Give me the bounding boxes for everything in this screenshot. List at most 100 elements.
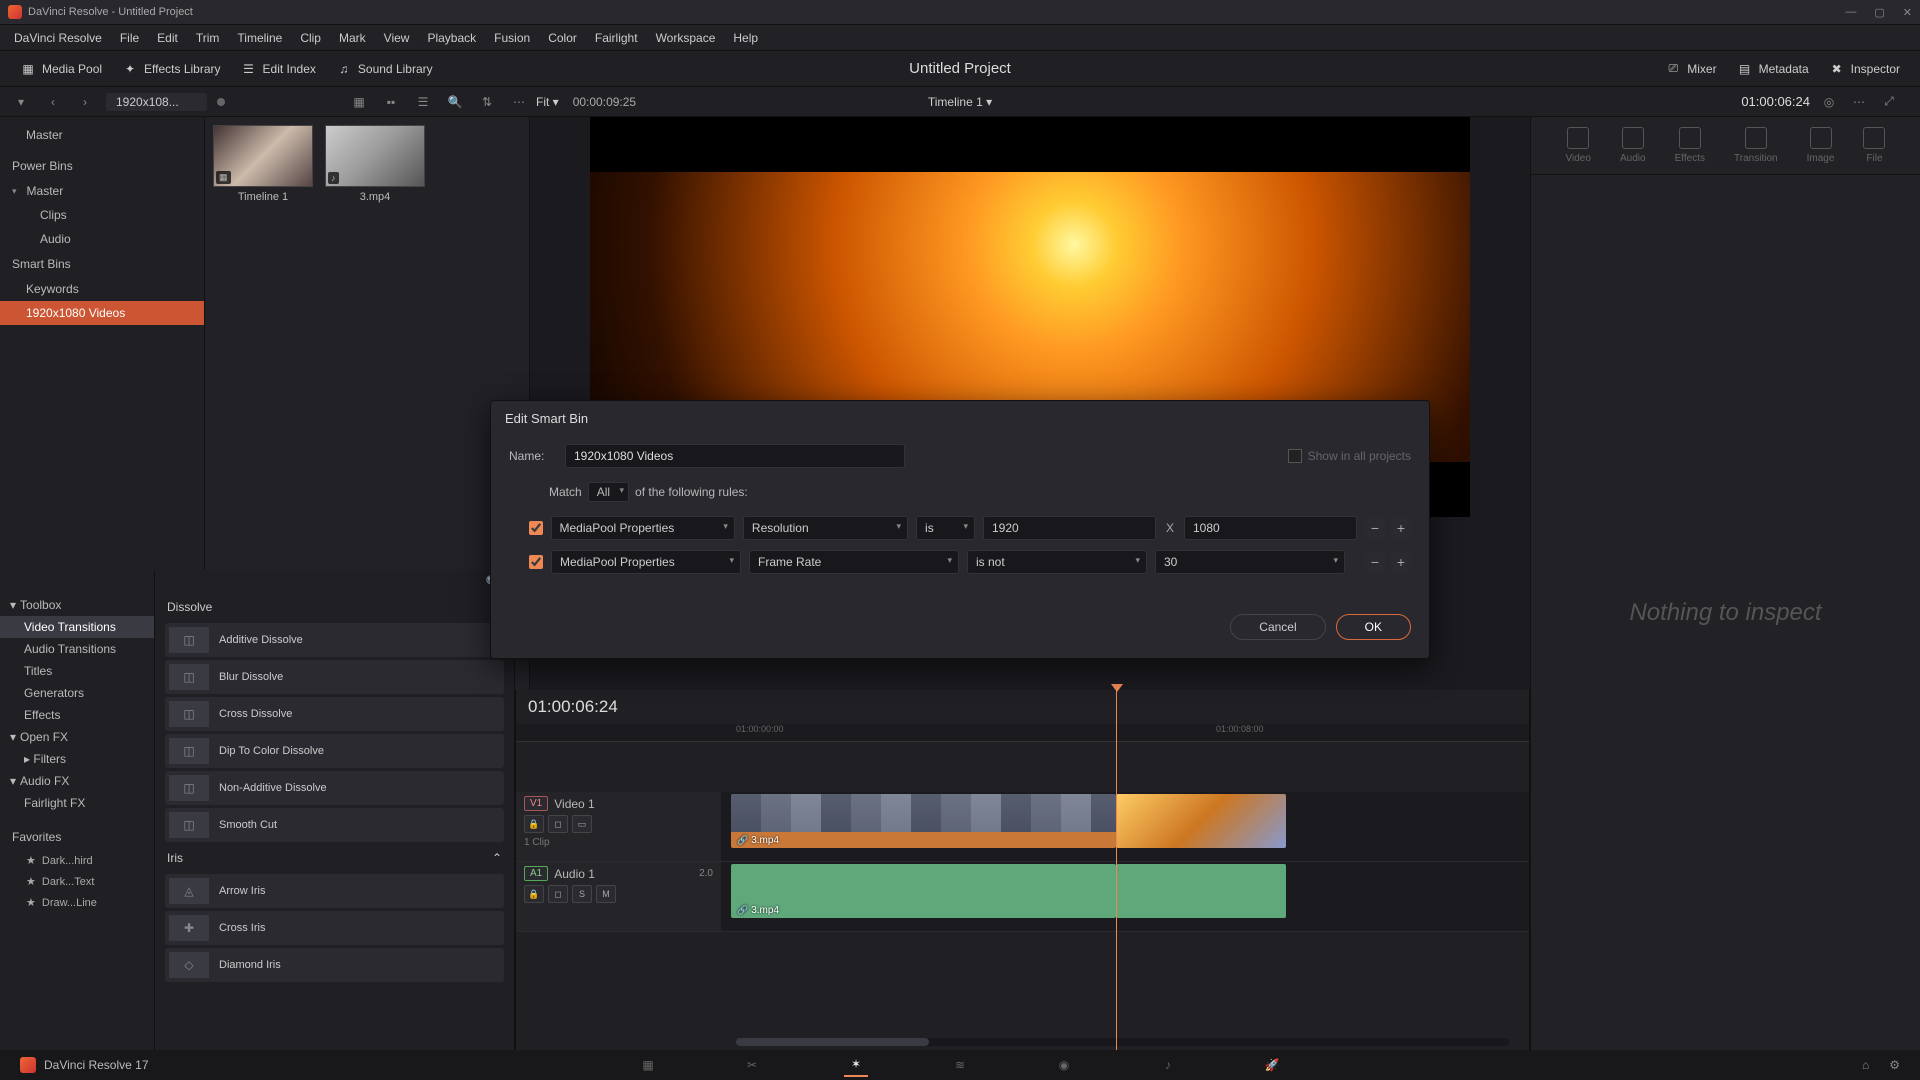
rule-enabled-checkbox[interactable] [529,521,543,535]
menu-item[interactable]: Fusion [486,28,538,48]
minimize-icon[interactable]: — [1845,6,1856,19]
clip-thumb-timeline[interactable]: ▦ Timeline 1 [213,125,313,203]
expand-icon[interactable]: ⤢ [1878,91,1900,113]
menu-item[interactable]: Workspace [648,28,724,48]
menu-item[interactable]: Mark [331,28,374,48]
rule-operator-select[interactable]: is [916,516,975,540]
auto-select-icon[interactable]: ◻ [548,885,568,903]
tree-audio-transitions[interactable]: Audio Transitions [0,638,154,660]
fx-item[interactable]: ◇Diamond Iris [165,948,504,982]
audiofx-header[interactable]: ▾Audio FX [0,770,154,792]
sort-icon[interactable]: ⇅ [476,91,498,113]
fx-group-dissolve[interactable]: Dissolve [155,594,514,620]
rule-value-input[interactable] [983,516,1156,540]
viewer-more-icon[interactable]: ⋯ [1848,91,1870,113]
media-page-icon[interactable]: ▦ [636,1053,660,1077]
tree-video-transitions[interactable]: Video Transitions [0,616,154,638]
toolbox-header[interactable]: ▾Toolbox [0,594,154,616]
tree-titles[interactable]: Titles [0,660,154,682]
menu-item[interactable]: Help [725,28,766,48]
inspector-tab-effects[interactable]: Effects [1675,127,1705,164]
playhead[interactable] [1116,690,1117,1050]
fx-item[interactable]: ◫Dip To Color Dissolve [165,734,504,768]
detail-view-icon[interactable]: ☰ [412,91,434,113]
list-view-icon[interactable]: ▦ [348,91,370,113]
menu-item[interactable]: Playback [419,28,484,48]
menu-item[interactable]: Clip [292,28,329,48]
color-page-icon[interactable]: ◉ [1052,1053,1076,1077]
timeline-scrollbar[interactable] [736,1038,1509,1046]
remove-rule-button[interactable]: − [1365,518,1385,538]
timeline-name[interactable]: Timeline 1 ▾ [928,95,992,109]
video-clip[interactable] [1116,794,1286,848]
fx-item[interactable]: ◬Arrow Iris [165,874,504,908]
smart-bin-keywords[interactable]: Keywords [0,277,204,301]
maximize-icon[interactable]: ▢ [1874,6,1884,19]
timeline-ruler[interactable]: 01:00:00:00 01:00:08:00 [516,724,1529,742]
mute-button[interactable]: M [596,885,616,903]
cut-page-icon[interactable]: ✂ [740,1053,764,1077]
tree-generators[interactable]: Generators [0,682,154,704]
rule-value-select[interactable]: 30 [1155,550,1345,574]
lock-icon[interactable]: 🔒 [524,885,544,903]
video-clip[interactable]: 3.mp4 [731,794,1116,848]
favorite-item[interactable]: ★Draw...Line [0,892,154,913]
power-bin-clips[interactable]: Clips [0,203,204,227]
audio-clip[interactable]: 3.mp4 [731,864,1116,918]
search-icon[interactable]: 🔍 [444,91,466,113]
bin-view-icon[interactable]: ▾ [10,91,32,113]
fx-item[interactable]: ◫Additive Dissolve [165,623,504,657]
effects-library-toggle[interactable]: ✦ Effects Library [112,57,230,81]
menu-item[interactable]: Trim [188,28,228,48]
mixer-toggle[interactable]: ⎚ Mixer [1655,57,1726,81]
rule-field-select[interactable]: Resolution [743,516,908,540]
settings-icon[interactable]: ⚙ [1889,1058,1900,1072]
track-badge-a1[interactable]: A1 [524,866,548,881]
more-icon[interactable]: ⋯ [508,91,530,113]
rule-field-select[interactable]: Frame Rate [749,550,959,574]
bin-selector[interactable]: 1920x108... [106,93,207,111]
nav-prev-icon[interactable]: ‹ [42,91,64,113]
rule-operator-select[interactable]: is not [967,550,1147,574]
cancel-button[interactable]: Cancel [1230,614,1325,640]
edit-index-toggle[interactable]: ☰ Edit Index [231,57,326,81]
inspector-tab-audio[interactable]: Audio [1620,127,1646,164]
ok-button[interactable]: OK [1336,614,1411,640]
bin-name-input[interactable] [565,444,905,468]
fx-item[interactable]: ◫Smooth Cut [165,808,504,842]
inspector-tab-video[interactable]: Video [1566,127,1591,164]
deliver-page-icon[interactable]: 🚀 [1260,1053,1284,1077]
rule-enabled-checkbox[interactable] [529,555,543,569]
zoom-fit[interactable]: Fit ▾ [530,95,565,109]
inspector-tab-file[interactable]: File [1863,127,1885,164]
favorite-item[interactable]: ★Dark...Text [0,871,154,892]
openfx-header[interactable]: ▾Open FX [0,726,154,748]
menu-item[interactable]: Fairlight [587,28,646,48]
nav-next-icon[interactable]: › [74,91,96,113]
menu-item[interactable]: Timeline [229,28,290,48]
rule-category-select[interactable]: MediaPool Properties [551,550,741,574]
match-select[interactable]: All [588,482,629,502]
tree-filters[interactable]: ▸ Filters [0,748,154,770]
fx-item[interactable]: ◫Cross Dissolve [165,697,504,731]
close-icon[interactable]: ✕ [1903,6,1912,19]
smart-bin-1920x1080[interactable]: 1920x1080 Videos [0,301,204,325]
add-rule-button[interactable]: + [1391,552,1411,572]
fusion-page-icon[interactable]: ≋ [948,1053,972,1077]
rule-category-select[interactable]: MediaPool Properties [551,516,735,540]
home-icon[interactable]: ⌂ [1862,1058,1869,1072]
power-bin-master[interactable]: ▾Master [0,179,204,203]
menu-item[interactable]: Edit [149,28,186,48]
rule-value2-input[interactable] [1184,516,1357,540]
track-badge-v1[interactable]: V1 [524,796,548,811]
grid-view-icon[interactable]: ▪▪ [380,91,402,113]
thumbnails-icon[interactable]: ▭ [572,815,592,833]
menu-item[interactable]: Color [540,28,585,48]
master-bin[interactable]: Master [0,123,204,147]
tree-effects[interactable]: Effects [0,704,154,726]
bypass-icon[interactable]: ◎ [1818,91,1840,113]
audio-clip[interactable] [1116,864,1286,918]
sound-library-toggle[interactable]: ♫ Sound Library [326,57,443,81]
edit-page-icon[interactable]: ✶ [844,1053,868,1077]
favorite-item[interactable]: ★Dark...hird [0,850,154,871]
